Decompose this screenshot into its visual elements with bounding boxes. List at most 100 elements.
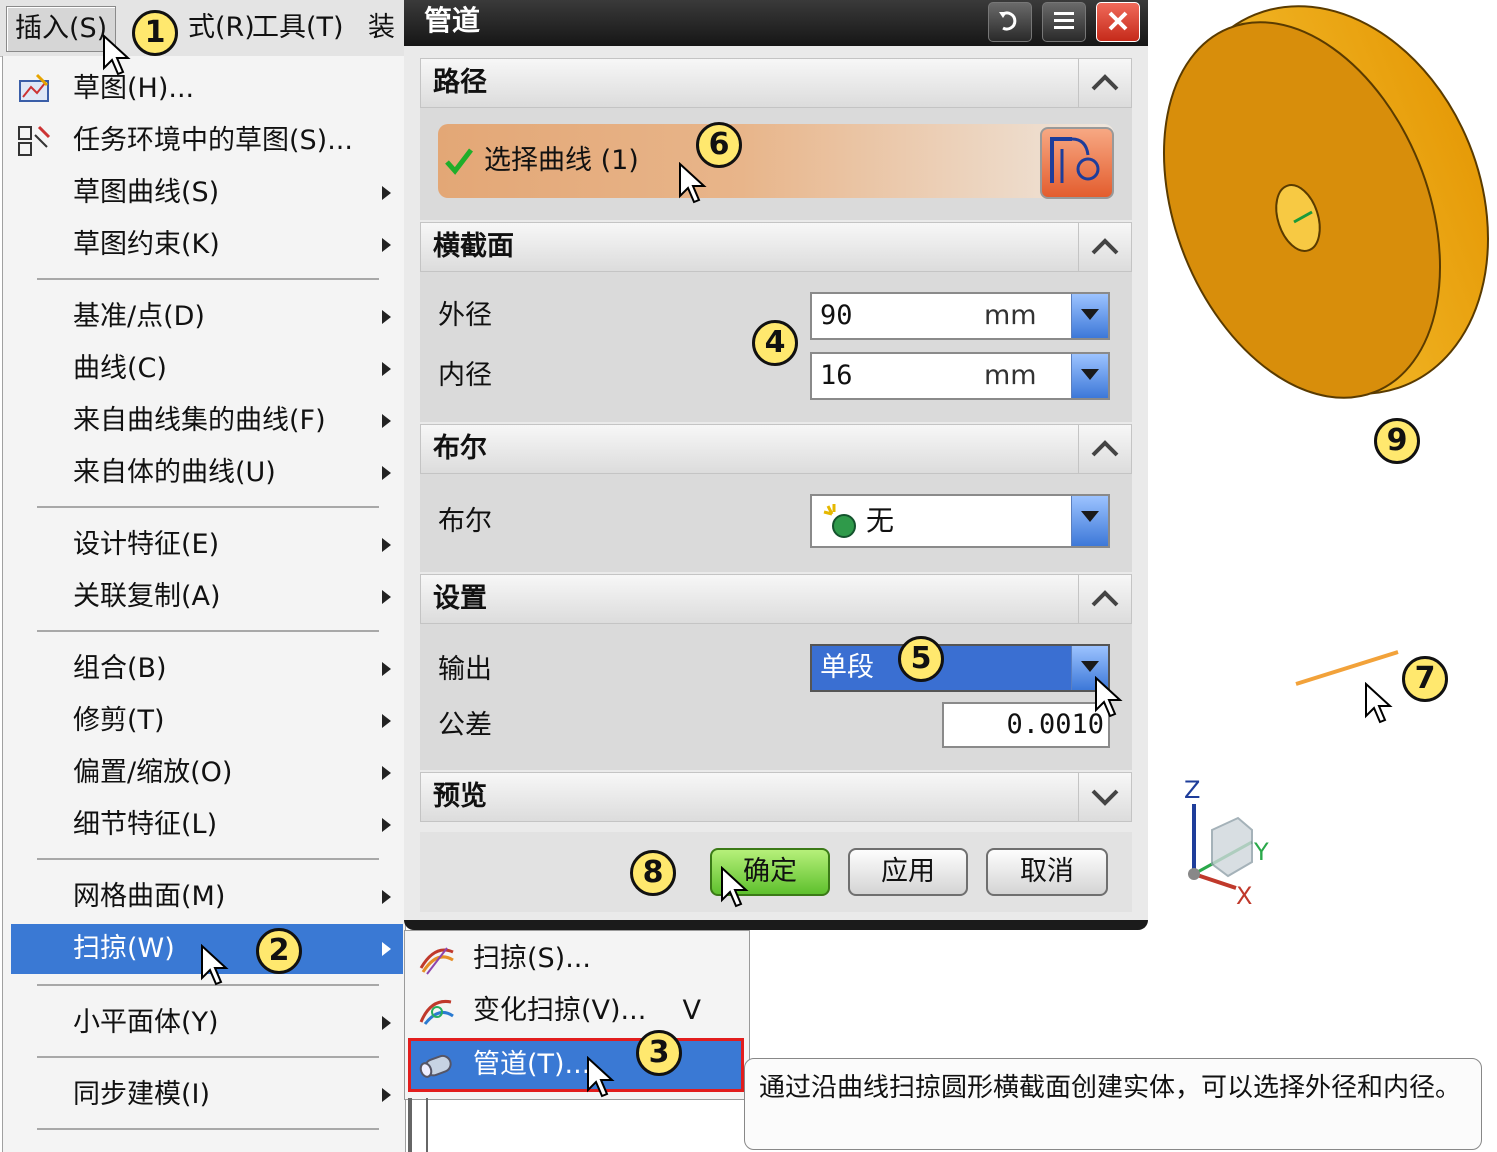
- dialog-menu-button[interactable]: [1042, 2, 1086, 42]
- submenu-arrow-icon: [382, 466, 391, 480]
- menu-item-curve-from-curves[interactable]: 来自曲线集的曲线(F): [11, 396, 403, 446]
- outer-diameter-field[interactable]: 90 mm: [810, 292, 1110, 340]
- reset-icon: [999, 11, 1017, 31]
- coordinate-triad: Z Y X: [1184, 778, 1269, 908]
- menu-item-design-feature[interactable]: 设计特征(E): [11, 520, 403, 570]
- dropdown-arrow-icon[interactable]: [1071, 294, 1108, 338]
- inner-diameter-label: 内径: [438, 360, 492, 391]
- submenu-item-variational-sweep[interactable]: 变化扫掠(V)... V: [411, 987, 741, 1035]
- submenu-arrow-icon: [382, 414, 391, 428]
- sketch-task-icon: [18, 125, 51, 156]
- submenu-arrow-icon: [382, 818, 391, 832]
- dropdown-arrow-icon[interactable]: [1071, 496, 1108, 546]
- callout-1: 1: [132, 10, 178, 56]
- select-curve-label: 选择曲线 (1): [484, 145, 639, 176]
- section-cross-section-header[interactable]: 横截面: [420, 222, 1132, 272]
- disk-solid-model[interactable]: [1160, 0, 1497, 420]
- sweep-submenu: 扫掠(S)... 变化扫掠(V)... V 管道(T)...: [404, 930, 750, 1100]
- submenu-item-tube[interactable]: 管道(T)...: [408, 1038, 744, 1092]
- menu-item-sketch-in-task[interactable]: 任务环境中的草图(S)...: [11, 116, 403, 166]
- tube-icon: [419, 1054, 452, 1078]
- menu-assembly[interactable]: 装: [360, 6, 403, 50]
- collapse-chevron-icon[interactable]: [1078, 575, 1131, 623]
- menu-item-sketch[interactable]: 草图(H)...: [11, 64, 403, 114]
- menu-item-curve[interactable]: 曲线(C): [11, 344, 403, 394]
- output-select[interactable]: 单段: [810, 644, 1110, 692]
- submenu-arrow-icon: [382, 1016, 391, 1030]
- menu-item-offset-scale[interactable]: 偏置/缩放(O): [11, 748, 403, 798]
- menu-separator: [37, 858, 379, 860]
- section-settings-header[interactable]: 设置: [420, 574, 1132, 624]
- dialog-titlebar: [404, 0, 1148, 46]
- close-icon: [1108, 11, 1128, 31]
- mouse-cursor-icon: [679, 162, 707, 204]
- mouse-cursor-icon: [587, 1056, 615, 1098]
- boolean-label: 布尔: [438, 506, 492, 537]
- callout-7: 7: [1402, 656, 1448, 702]
- menu-lines-icon: [1054, 12, 1074, 29]
- curve-selection-button[interactable]: [1040, 127, 1114, 199]
- section-path-header[interactable]: 路径: [420, 58, 1132, 108]
- submenu-item-sweep[interactable]: 扫掠(S)...: [411, 935, 741, 983]
- mouse-cursor-icon: [201, 944, 229, 986]
- expand-chevron-icon[interactable]: [1078, 773, 1131, 821]
- menu-tools[interactable]: 工具(T): [244, 6, 352, 50]
- menu-separator: [37, 1128, 379, 1130]
- menu-item-synchronous-modeling[interactable]: 同步建模(I): [11, 1070, 403, 1120]
- output-label: 输出: [438, 654, 492, 685]
- submenu-arrow-icon: [382, 1088, 391, 1102]
- tolerance-label: 公差: [438, 710, 492, 741]
- boolean-select[interactable]: 无: [810, 494, 1110, 548]
- collapse-chevron-icon[interactable]: [1078, 59, 1131, 107]
- sweep-icon: [419, 947, 454, 975]
- apply-button[interactable]: 应用: [848, 848, 968, 896]
- menu-insert[interactable]: 插入(S): [6, 6, 117, 52]
- outer-diameter-label: 外径: [438, 300, 492, 331]
- section-preview-header[interactable]: 预览: [420, 772, 1132, 822]
- menu-item-sketch-constraint[interactable]: 草图约束(K): [11, 220, 403, 270]
- inner-diameter-field[interactable]: 16 mm: [810, 352, 1110, 400]
- reset-button[interactable]: [988, 2, 1032, 42]
- axis-z-label: Z: [1184, 778, 1200, 804]
- variational-sweep-icon: [419, 999, 454, 1025]
- collapse-chevron-icon[interactable]: [1078, 425, 1131, 473]
- submenu-arrow-icon: [382, 890, 391, 904]
- mouse-cursor-icon: [1095, 676, 1123, 718]
- cancel-button[interactable]: 取消: [986, 848, 1108, 896]
- submenu-arrow-icon: [382, 714, 391, 728]
- tube-tooltip: 通过沿曲线扫掠圆形横截面创建实体，可以选择外径和内径。: [744, 1058, 1482, 1150]
- callout-4: 4: [752, 320, 798, 366]
- menu-item-facet-body[interactable]: 小平面体(Y): [11, 998, 403, 1048]
- menu-item-trim[interactable]: 修剪(T): [11, 696, 403, 746]
- menu-separator: [37, 630, 379, 632]
- callout-9: 9: [1374, 418, 1420, 464]
- menu-item-associative-copy[interactable]: 关联复制(A): [11, 572, 403, 622]
- dropdown-arrow-icon[interactable]: [1071, 354, 1108, 398]
- callout-5: 5: [898, 636, 944, 682]
- section-boolean-header[interactable]: 布尔: [420, 424, 1132, 474]
- close-button[interactable]: [1096, 2, 1140, 42]
- menu-item-sketch-curve[interactable]: 草图曲线(S): [11, 168, 403, 218]
- window-edge: [408, 1098, 412, 1152]
- submenu-arrow-icon: [382, 590, 391, 604]
- curve-select-icon: [1050, 137, 1100, 183]
- callout-3: 3: [636, 1030, 682, 1076]
- menu-item-mesh-surface[interactable]: 网格曲面(M): [11, 872, 403, 922]
- callout-2: 2: [256, 928, 302, 974]
- submenu-arrow-icon: [382, 186, 391, 200]
- submenu-arrow-icon: [382, 766, 391, 780]
- callout-8: 8: [630, 850, 676, 896]
- collapse-chevron-icon[interactable]: [1078, 223, 1131, 271]
- tolerance-field[interactable]: 0.0010: [942, 702, 1110, 748]
- menu-separator: [37, 278, 379, 280]
- check-icon: [445, 148, 473, 175]
- mouse-cursor-icon: [103, 34, 131, 76]
- axis-y-label: Y: [1253, 838, 1269, 866]
- menu-item-detail-feature[interactable]: 细节特征(L): [11, 800, 403, 850]
- menu-item-curve-from-bodies[interactable]: 来自体的曲线(U): [11, 448, 403, 498]
- menu-separator: [37, 1056, 379, 1058]
- menu-item-combine[interactable]: 组合(B): [11, 644, 403, 694]
- mouse-cursor-icon: [721, 866, 749, 908]
- menu-item-datum-point[interactable]: 基准/点(D): [11, 292, 403, 342]
- sketch-icon: [19, 73, 49, 102]
